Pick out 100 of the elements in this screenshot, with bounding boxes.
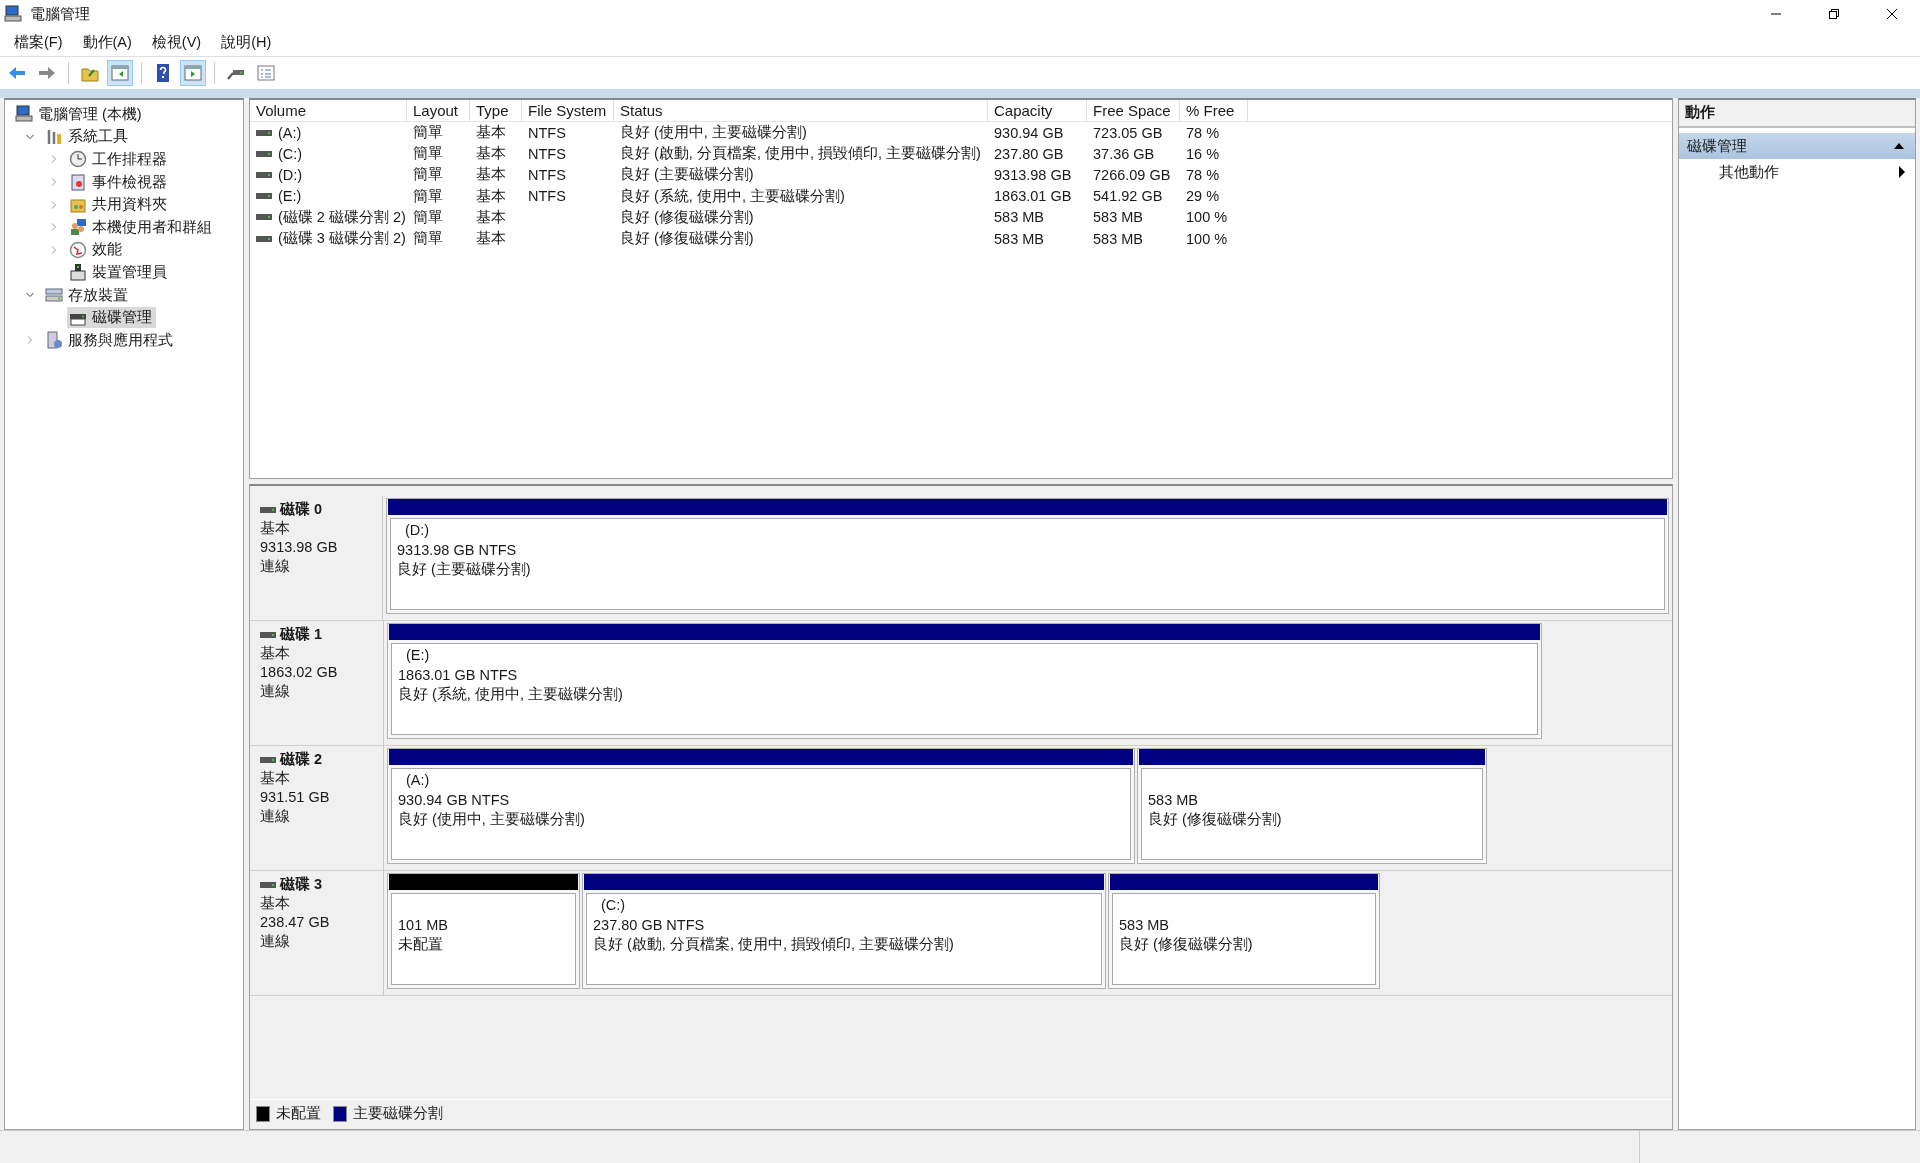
table-cell: NTFS [528,188,566,205]
tree-item[interactable]: 事件檢視器 [67,171,171,193]
table-cell: 37.36 GB [1093,145,1155,162]
partition-label: (A:) [406,772,430,788]
close-icon[interactable] [1886,8,1898,20]
disk-status: 連線 [260,807,291,826]
legend-label: 主要磁碟分割 [353,1104,443,1123]
disk-status: 連線 [260,932,291,951]
table-cell: 78 % [1186,166,1220,183]
menu-item[interactable]: 檢視(V) [141,30,212,54]
table-cell: (A:) [278,124,302,141]
partition-size: 1863.01 GB NTFS [398,666,519,685]
table-cell: 78 % [1186,124,1220,141]
drive-icon [256,214,272,221]
column-header[interactable]: Status [614,100,988,121]
disk-size: 931.51 GB [260,788,331,807]
table-cell: 良好 (啟動, 分頁檔案, 使用中, 損毀傾印, 主要磁碟分割) [620,144,981,164]
table-cell: 基本 [476,229,506,249]
actions-section-header[interactable]: 磁碟管理 [1679,133,1915,159]
column-header[interactable]: Capacity [988,100,1087,121]
disk-info-panel[interactable]: 磁碟 1 基本 1863.02 GB 連線 [250,621,384,745]
event-log-icon [69,173,87,192]
disk-info-panel[interactable]: 磁碟 3 基本 238.47 GB 連線 [250,871,384,995]
disk-name: 磁碟 3 [280,875,323,894]
tree-item[interactable]: 效能 [67,239,126,261]
table-cell: (C:) [278,145,303,162]
partition-block[interactable]: (E:) 1863.01 GB NTFS 良好 (系統, 使用中, 主要磁碟分割) [387,623,1542,739]
table-cell: 良好 (使用中, 主要磁碟分割) [620,123,807,143]
table-cell: 基本 [476,186,506,206]
column-header[interactable]: % Free [1180,100,1248,121]
computer-icon [15,105,33,124]
chevron-right-icon[interactable] [49,199,59,210]
chevron-right-icon[interactable] [49,244,59,255]
tree-item[interactable]: 電腦管理 (本機) [13,103,146,125]
tree-item[interactable]: 裝置管理員 [67,261,171,283]
actions-title: 動作 [1679,100,1915,128]
table-cell: 良好 (系統, 使用中, 主要磁碟分割) [620,186,845,206]
partition-size: 101 MB [398,916,449,935]
tree-item[interactable]: 服務與應用程式 [43,329,177,351]
partition-block[interactable]: 583 MB 良好 (修復磁碟分割) [1137,748,1487,864]
table-cell: 簡單 [413,165,443,185]
partition-size: 583 MB [1148,791,1199,810]
drive-icon [256,193,272,200]
table-cell: NTFS [528,166,566,183]
partition-size: 9313.98 GB NTFS [397,541,518,560]
table-cell: 1863.01 GB [994,188,1072,205]
table-cell: 583 MB [1093,230,1143,247]
column-header[interactable]: Layout [407,100,470,121]
column-header[interactable]: Type [470,100,522,121]
table-cell: (D:) [278,166,303,183]
table-cell: 簡單 [413,186,443,206]
device-icon [69,263,87,282]
restore-icon[interactable] [1828,8,1840,20]
column-header[interactable]: File System [522,100,614,121]
table-cell: 基本 [476,165,506,185]
chevron-right-icon[interactable] [49,177,59,188]
drive-icon [260,881,276,888]
partition-status: 良好 (啟動, 分頁檔案, 使用中, 損毀傾印, 主要磁碟分割) [593,935,955,954]
tree-item[interactable]: 磁碟管理 [67,307,156,329]
chevron-right-icon[interactable] [49,222,59,233]
clock-icon [69,150,87,169]
chevron-right-icon[interactable] [25,335,35,346]
menu-item[interactable]: 檔案(F) [4,30,73,54]
column-header[interactable]: Free Space [1087,100,1180,121]
window-title: 電腦管理 [30,4,90,24]
tree-item[interactable]: 本機使用者和群組 [67,216,216,238]
disk-info-panel[interactable]: 磁碟 2 基本 931.51 GB 連線 [250,746,384,870]
partition-block[interactable]: (A:) 930.94 GB NTFS 良好 (使用中, 主要磁碟分割) [387,748,1135,864]
tree-item[interactable]: 共用資料夾 [67,194,171,216]
menu-item[interactable]: 動作(A) [72,30,142,54]
partition-block[interactable]: 583 MB 良好 (修復磁碟分割) [1108,873,1380,989]
disk-type: 基本 [260,519,291,538]
tree-item[interactable]: 存放裝置 [43,284,132,306]
drive-icon [256,171,272,178]
tree-item[interactable]: 系統工具 [43,126,132,148]
table-cell: (磁碟 3 磁碟分割 2) [278,229,406,249]
server-icon [45,331,63,350]
action-item[interactable]: 其他動作 [1679,159,1915,185]
tree-item[interactable]: 工作排程器 [67,149,171,170]
partition-block[interactable]: (C:) 237.80 GB NTFS 良好 (啟動, 分頁檔案, 使用中, 損毀傾印, 主要磁碟分割) [582,873,1106,989]
disk-size: 9313.98 GB [260,538,339,557]
partition-status: 未配置 [398,935,444,954]
partition-size: 930.94 GB NTFS [398,791,511,810]
tools-icon [45,127,63,146]
partition-block[interactable]: (D:) 9313.98 GB NTFS 良好 (主要磁碟分割) [386,498,1669,614]
drive-icon [260,631,276,638]
triangle-right-icon [1899,166,1905,178]
drive-icon [260,756,276,763]
console-tree-button[interactable] [107,60,133,86]
chevron-right-icon[interactable] [49,154,59,165]
table-cell: (磁碟 2 磁碟分割 2) [278,207,406,227]
menu-item[interactable]: 說明(H) [211,30,282,54]
disk-info-panel[interactable]: 磁碟 0 基本 9313.98 GB 連線 [250,496,383,620]
partition-label: (C:) [601,897,626,913]
users-icon [69,218,87,237]
triangle-up-icon[interactable] [1893,142,1905,150]
column-header[interactable]: Volume [250,100,407,121]
disk-size: 1863.02 GB [260,663,339,682]
partition-block[interactable]: 101 MB 未配置 [387,873,580,989]
disk-name: 磁碟 0 [280,500,323,519]
